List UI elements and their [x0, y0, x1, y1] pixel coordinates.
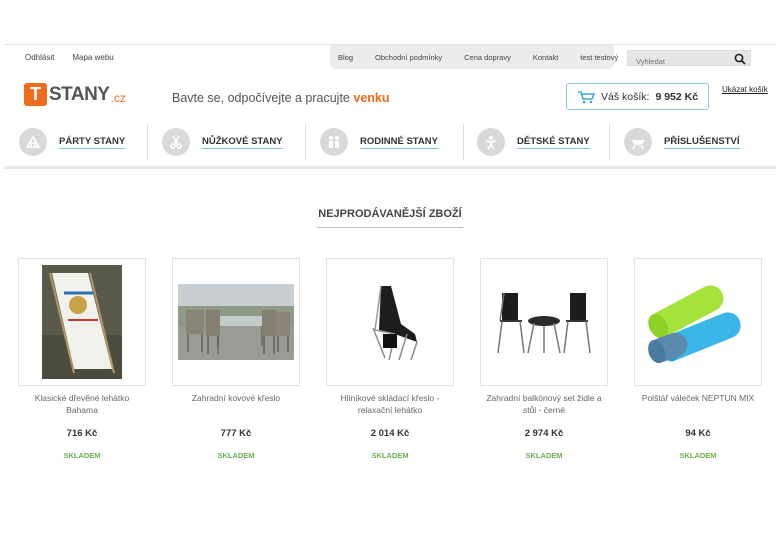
product-name[interactable]: Zahradní kovové křeslo [172, 392, 300, 426]
category-divider [609, 124, 610, 160]
product-name[interactable]: Klasické dřevěné lehátko Bahama [18, 392, 146, 426]
product-price: 2 014 Kč [370, 428, 410, 439]
nav-contact[interactable]: Kontakt [533, 53, 558, 62]
stock-status: SKLADEM [63, 451, 101, 460]
logo-tld: .cz [110, 90, 126, 105]
tagline-accent: venku [353, 91, 390, 105]
site-logo[interactable]: T STANY .cz [24, 83, 126, 106]
tagline: Bavte se, odpočívejte a pracujte venku [172, 91, 390, 105]
stock-status: SKLADEM [217, 451, 255, 460]
nav-blog[interactable]: Blog [338, 53, 353, 62]
search-input[interactable] [628, 54, 728, 69]
product-card[interactable]: Zahradní kovové křeslo 777 Kč SKLADEM [172, 258, 300, 460]
scissors-icon [162, 128, 190, 156]
product-card[interactable]: Polštář váleček NEPTUN MIX 94 Kč SKLADEM [634, 258, 762, 460]
tent-icon [19, 128, 47, 156]
product-image[interactable] [634, 258, 762, 386]
cart-total: 9 952 Kč [655, 90, 699, 103]
product-image[interactable] [326, 258, 454, 386]
kids-icon [477, 128, 505, 156]
category-label: PŘÍSLUŠENSTVÍ [664, 135, 740, 149]
product-image[interactable] [480, 258, 608, 386]
logo-text: STANY [49, 83, 110, 105]
user-links: Odhlásit Mapa webu [25, 53, 114, 62]
show-cart-link[interactable]: Ukázat košík [722, 85, 768, 94]
category-label: NŮŽKOVÉ STANY [202, 135, 283, 149]
category-party-tents[interactable]: PÁRTY STANY [19, 119, 126, 165]
category-divider [147, 124, 148, 160]
product-name[interactable]: Polštář váleček NEPTUN MIX [634, 392, 762, 426]
product-name[interactable]: Hliníkové skládací křeslo - relaxační le… [326, 392, 454, 426]
nav-terms[interactable]: Obchodní podmínky [375, 53, 442, 62]
category-label: DĚTSKÉ STANY [517, 135, 590, 149]
nav-test[interactable]: test testový [580, 53, 618, 62]
category-kids-tents[interactable]: DĚTSKÉ STANY [477, 119, 590, 165]
logo-mark: T [24, 83, 47, 106]
cart-button[interactable]: Váš košík: 9 952 Kč [566, 83, 709, 110]
stock-status: SKLADEM [679, 451, 717, 460]
cart-icon [578, 90, 595, 103]
search-box [627, 50, 751, 69]
category-accessories[interactable]: PŘÍSLUŠENSTVÍ [624, 119, 740, 165]
top-nav: Blog Obchodní podmínky Cena dopravy Kont… [330, 45, 618, 69]
product-price: 94 Kč [685, 428, 711, 439]
section-title-underline [317, 227, 463, 228]
category-divider [305, 124, 306, 160]
sitemap-link[interactable]: Mapa webu [72, 53, 113, 62]
product-image[interactable] [172, 258, 300, 386]
product-card[interactable]: Klasické dřevěné lehátko Bahama 716 Kč S… [18, 258, 146, 460]
logout-link[interactable]: Odhlásit [25, 53, 54, 62]
product-price: 2 974 Kč [524, 428, 564, 439]
nav-shipping[interactable]: Cena dopravy [464, 53, 511, 62]
category-family-tents[interactable]: RODINNÉ STANY [320, 119, 438, 165]
section-title: NEJPRODÁVANĚJŠÍ ZBOŽÍ [318, 208, 462, 220]
product-name[interactable]: Zahradní balkónový set židle a stůl - če… [480, 392, 608, 426]
product-price: 777 Kč [220, 428, 252, 439]
category-divider [463, 124, 464, 160]
category-bar: PÁRTY STANY NŮŽKOVÉ STANY RODINNÉ STANY … [4, 119, 776, 169]
product-card[interactable]: Zahradní balkónový set židle a stůl - če… [480, 258, 608, 460]
stock-status: SKLADEM [371, 451, 409, 460]
product-card[interactable]: Hliníkové skládací křeslo - relaxační le… [326, 258, 454, 460]
tagline-text: Bavte se, odpočívejte a pracujte [172, 91, 350, 105]
stock-status: SKLADEM [525, 451, 563, 460]
page: Odhlásit Mapa webu Blog Obchodní podmínk… [0, 0, 780, 540]
product-image[interactable] [18, 258, 146, 386]
category-scissor-tents[interactable]: NŮŽKOVÉ STANY [162, 119, 283, 165]
grill-icon [624, 128, 652, 156]
category-label: RODINNÉ STANY [360, 135, 438, 149]
family-icon [320, 128, 348, 156]
search-icon[interactable] [734, 53, 746, 65]
category-label: PÁRTY STANY [59, 135, 126, 149]
cart-label: Váš košík: [601, 90, 650, 103]
product-price: 716 Kč [66, 428, 98, 439]
